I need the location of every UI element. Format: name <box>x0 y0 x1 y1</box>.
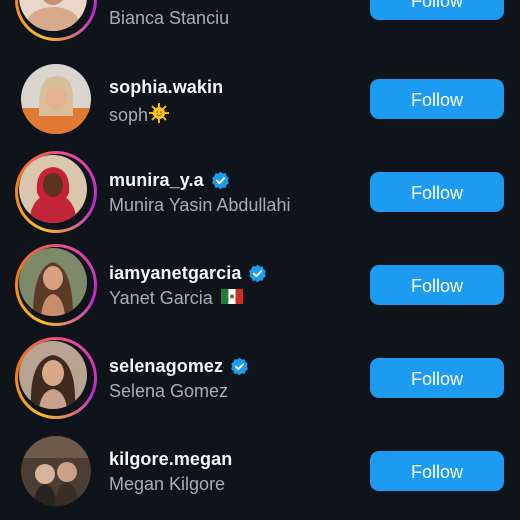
avatar-story-ring[interactable] <box>15 244 97 326</box>
username[interactable]: munira_y.a <box>109 170 230 191</box>
avatar[interactable] <box>19 248 87 316</box>
full-name-text: Megan Kilgore <box>109 474 226 494</box>
user-row[interactable]: selenagomez Selena Gomez Follow <box>0 331 520 424</box>
full-name-text: Bianca Stanciu <box>109 8 230 28</box>
verified-badge-icon <box>211 171 229 190</box>
avatar[interactable] <box>19 155 87 223</box>
verified-badge-icon <box>249 264 267 283</box>
avatar[interactable] <box>21 64 91 134</box>
verified-badge-icon <box>231 357 248 376</box>
user-row[interactable]: Bianca Stanciu Follow <box>0 0 520 46</box>
full-name: soph <box>109 102 170 129</box>
suggested-users-list: Bianca Stanciu Follow sophia.wakin soph … <box>0 0 520 520</box>
user-row[interactable]: sophia.wakin soph Follow <box>0 52 520 145</box>
full-name: Megan Kilgore <box>109 474 225 495</box>
full-name-text: soph <box>109 105 149 125</box>
username-text[interactable]: selenagomez <box>109 356 223 377</box>
full-name-text: Selena Gomez <box>109 381 229 401</box>
follow-button[interactable]: Follow <box>370 451 504 491</box>
full-name: Munira Yasin Abdullahi <box>109 195 290 216</box>
mexico-flag-emoji-icon <box>220 288 243 309</box>
username[interactable]: iamyanetgarcia <box>109 263 267 284</box>
user-row[interactable]: kilgore.megan Megan Kilgore Follow <box>0 424 520 517</box>
follow-button[interactable]: Follow <box>370 172 504 212</box>
full-name: Bianca Stanciu <box>109 8 229 29</box>
username-text[interactable]: munira_y.a <box>109 170 204 191</box>
avatar-story-ring[interactable] <box>15 151 97 233</box>
full-name-text: Munira Yasin Abdullahi <box>109 195 291 215</box>
username-text[interactable]: iamyanetgarcia <box>109 263 241 284</box>
follow-button[interactable]: Follow <box>370 79 504 119</box>
username[interactable]: sophia.wakin <box>109 77 223 98</box>
user-row[interactable]: munira_y.a Munira Yasin Abdullahi Follow <box>0 145 520 238</box>
username-text[interactable]: kilgore.megan <box>109 449 232 470</box>
follow-button[interactable]: Follow <box>370 358 504 398</box>
username[interactable]: selenagomez <box>109 356 249 377</box>
username[interactable]: kilgore.megan <box>109 449 232 470</box>
follow-button[interactable]: Follow <box>370 0 504 20</box>
sun-emoji-icon <box>148 102 170 129</box>
follow-button[interactable]: Follow <box>370 265 504 305</box>
full-name: Selena Gomez <box>109 381 228 402</box>
avatar-story-ring[interactable] <box>15 0 97 41</box>
full-name-text: Yanet Garcia <box>109 288 213 308</box>
username-text[interactable]: sophia.wakin <box>109 77 223 98</box>
avatar-frame[interactable] <box>15 58 97 140</box>
avatar-frame[interactable] <box>15 430 97 512</box>
avatar[interactable] <box>21 436 91 506</box>
user-row[interactable]: iamyanetgarcia Yanet Garcia Follow <box>0 238 520 331</box>
avatar-story-ring[interactable] <box>15 337 97 419</box>
avatar[interactable] <box>19 341 87 409</box>
full-name: Yanet Garcia <box>109 288 243 309</box>
